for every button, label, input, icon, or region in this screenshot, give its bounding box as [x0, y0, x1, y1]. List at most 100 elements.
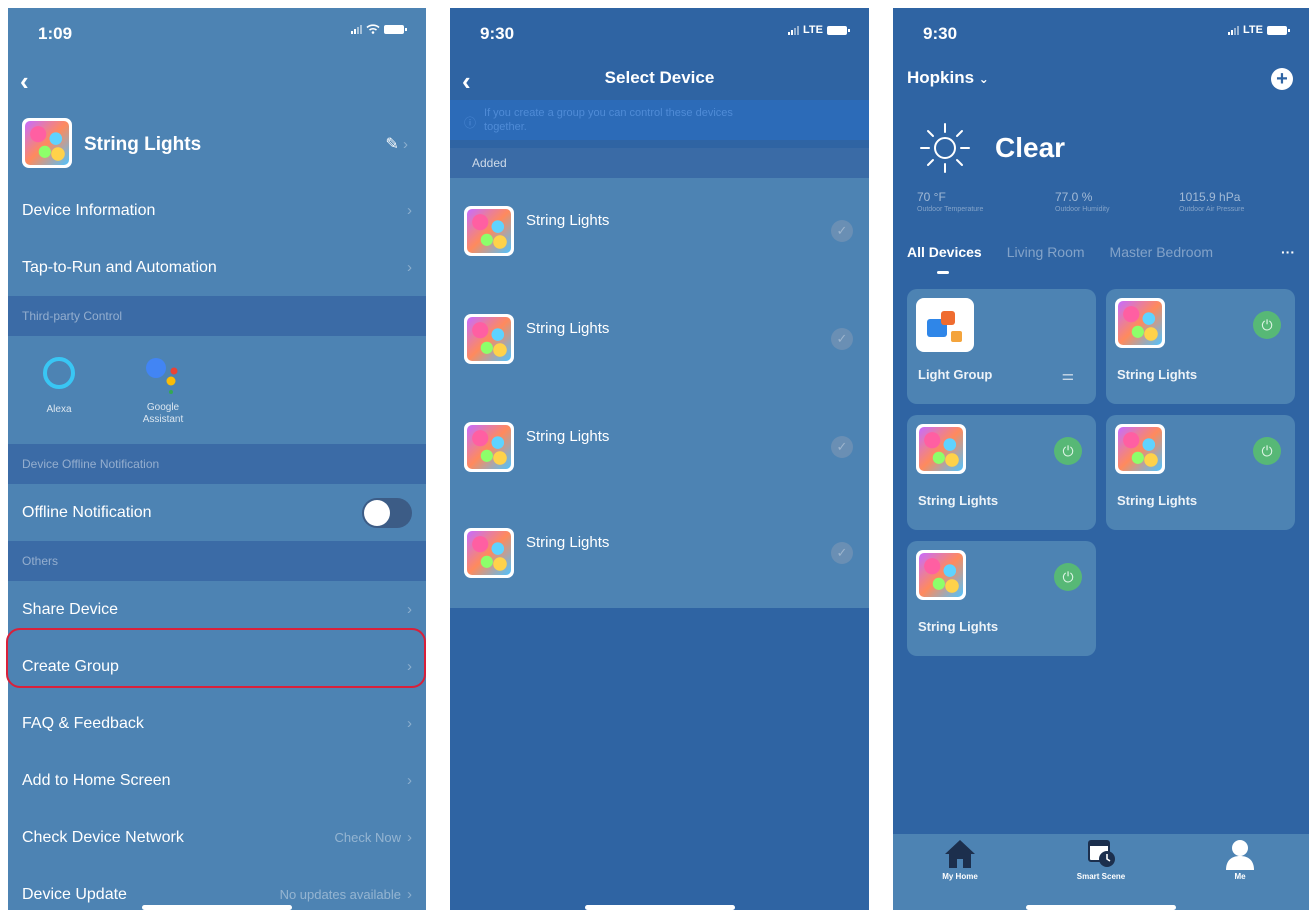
string-lights-thumbnail: [464, 528, 514, 578]
status-time: 9:30: [480, 24, 515, 43]
device-settings-screen: 1:09 ‹ String Lights ✎ › Device Informat…: [8, 8, 426, 910]
light-group-icon: [916, 298, 974, 352]
string-lights-thumbnail: [464, 314, 514, 364]
chevron-right-icon: ›: [407, 601, 412, 618]
status-icons: LTE: [1228, 24, 1290, 36]
row-label: FAQ & Feedback: [22, 714, 144, 732]
row-tap-to-run[interactable]: Tap-to-Run and Automation ›: [8, 239, 426, 296]
calendar-clock-icon: [1088, 840, 1115, 867]
power-icon[interactable]: ⏻: [1253, 437, 1281, 465]
string-lights-thumbnail: [916, 550, 966, 600]
pressure-value: 1015.9 hPa: [1179, 190, 1241, 204]
humidity-value: 77.0 %: [1055, 190, 1093, 204]
network-label: LTE: [803, 24, 823, 36]
network-label: LTE: [1243, 24, 1263, 36]
device-name: String Lights: [84, 134, 202, 155]
string-lights-thumbnail: [22, 118, 72, 168]
wifi-icon: [366, 24, 380, 34]
device-card-string-lights[interactable]: String Lights ⏻: [1106, 415, 1295, 530]
row-label: Device Update: [22, 885, 127, 903]
status-bar: 1:09: [8, 8, 426, 56]
row-label: Offline Notification: [22, 503, 152, 521]
google-assistant-label: Google Assistant: [142, 402, 184, 425]
create-group-highlight: [6, 628, 426, 688]
room-tabs: All Devices Living Room Master Bedroom: [907, 244, 1309, 266]
power-icon[interactable]: ⏻: [1054, 437, 1082, 465]
device-card-light-group[interactable]: Light Group ⚌: [907, 289, 1096, 404]
list-item[interactable]: String Lights ✓: [450, 500, 869, 608]
power-icon[interactable]: ⏻: [1054, 563, 1082, 591]
device-card-string-lights[interactable]: String Lights ⏻: [907, 415, 1096, 530]
device-name: String Lights: [526, 534, 610, 551]
list-item[interactable]: String Lights ✓: [450, 394, 869, 502]
alexa-button[interactable]: Alexa: [28, 354, 90, 415]
chevron-right-icon: ›: [407, 886, 412, 903]
list-item[interactable]: String Lights ✓: [450, 178, 869, 286]
alexa-label: Alexa: [46, 404, 72, 415]
pressure-label: Outdoor Air Pressure: [1179, 206, 1245, 213]
row-value: Check Now: [334, 830, 401, 845]
temperature-value: 70 °F: [917, 190, 946, 204]
nav-label: Smart Scene: [1076, 872, 1126, 881]
string-lights-thumbnail: [1115, 298, 1165, 348]
row-device-information[interactable]: Device Information ›: [8, 182, 426, 239]
temperature-label: Outdoor Temperature: [917, 206, 984, 213]
status-time: 1:09: [38, 24, 73, 43]
row-device-update[interactable]: Device Update No updates available ›: [8, 866, 426, 910]
add-device-plus-icon[interactable]: +: [1271, 68, 1293, 90]
google-assistant-icon: [146, 358, 178, 394]
status-bar: 9:30 LTE: [450, 8, 869, 56]
device-card-string-lights[interactable]: String Lights ⏻: [1106, 289, 1295, 404]
string-lights-thumbnail: [464, 422, 514, 472]
tab-all-devices[interactable]: All Devices: [907, 244, 982, 266]
row-faq-feedback[interactable]: FAQ & Feedback ›: [8, 695, 426, 752]
checkmark-icon[interactable]: ✓: [831, 220, 853, 242]
device-header: String Lights ✎ ›: [8, 114, 426, 180]
row-check-device-network[interactable]: Check Device Network Check Now ›: [8, 809, 426, 866]
checkmark-icon[interactable]: ✓: [831, 436, 853, 458]
row-add-to-home-screen[interactable]: Add to Home Screen ›: [8, 752, 426, 809]
settings-toggle-icon[interactable]: ⚌: [1061, 367, 1074, 384]
alexa-icon: [43, 357, 75, 389]
pressure-stat: 1015.9 hPa Outdoor Air Pressure: [1179, 190, 1244, 213]
home-indicator: [1026, 905, 1176, 910]
nav-label: My Home: [942, 872, 978, 881]
section-offline: Device Offline Notification: [8, 444, 426, 484]
signal-icon: [788, 25, 800, 35]
tab-living-room[interactable]: Living Room: [1007, 244, 1085, 266]
battery-icon: [827, 25, 850, 35]
more-ellipsis-icon[interactable]: ···: [1277, 244, 1295, 260]
device-name: String Lights: [526, 212, 610, 229]
checkmark-icon[interactable]: ✓: [831, 542, 853, 564]
home-indicator: [142, 905, 292, 910]
power-icon[interactable]: ⏻: [1253, 311, 1281, 339]
info-banner: ⓘ If you create a group you can control …: [450, 100, 869, 140]
card-name: String Lights: [918, 493, 999, 508]
info-icon: ⓘ: [464, 116, 477, 130]
status-icons: LTE: [788, 24, 850, 36]
nav-me[interactable]: Me: [1185, 834, 1295, 910]
battery-icon: [384, 24, 407, 34]
back-chevron-icon[interactable]: ‹: [20, 66, 29, 97]
chevron-right-icon: ›: [407, 259, 412, 276]
home-selector[interactable]: Hopkins ⌄: [907, 68, 989, 88]
chevron-right-icon: ›: [407, 829, 412, 846]
humidity-stat: 77.0 % Outdoor Humidity: [1055, 190, 1109, 213]
tab-master-bedroom[interactable]: Master Bedroom: [1110, 244, 1213, 266]
checkmark-icon[interactable]: ✓: [831, 328, 853, 350]
string-lights-thumbnail: [464, 206, 514, 256]
nav-smart-scene[interactable]: Smart Scene: [1046, 834, 1156, 910]
edit-pencil-icon[interactable]: ✎ ›: [385, 134, 408, 154]
battery-icon: [1267, 25, 1290, 35]
list-item[interactable]: String Lights ✓: [450, 286, 869, 394]
device-card-string-lights[interactable]: String Lights ⏻: [907, 541, 1096, 656]
status-time: 9:30: [923, 24, 958, 43]
offline-notification-toggle[interactable]: [362, 497, 412, 528]
google-assistant-button[interactable]: Google Assistant: [128, 354, 198, 426]
third-party-area: Alexa Google Assistant: [8, 336, 426, 444]
card-name: String Lights: [918, 619, 999, 634]
row-label: Tap-to-Run and Automation: [22, 258, 217, 276]
nav-my-home[interactable]: My Home: [905, 834, 1015, 910]
bottom-nav: My Home Smart Scene Me: [893, 834, 1309, 910]
home-screen: 9:30 LTE Hopkins ⌄ + Clear 70 °F Outdoor…: [893, 8, 1309, 910]
